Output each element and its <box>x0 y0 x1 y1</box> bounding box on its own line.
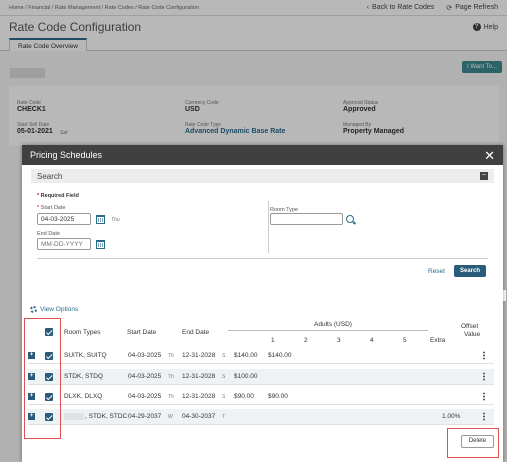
pricing-schedules-dialog: Pricing Schedules ✕ Search − * Required … <box>22 145 503 462</box>
divider <box>228 330 428 331</box>
table-row[interactable]: + STDK, STDQ 04-03-2025 Th 12-31-2028 S … <box>28 369 494 385</box>
more-options-icon[interactable] <box>483 392 485 401</box>
reset-link[interactable]: Reset <box>428 268 445 275</box>
col-adult-2: 2 <box>304 337 308 344</box>
collapse-icon[interactable]: − <box>480 172 488 180</box>
offset-cell: 1.00% <box>442 413 461 420</box>
divider <box>37 258 488 259</box>
room-types-cell: DLXK, DLXQ <box>64 393 103 400</box>
room-types-cell: , STDK, STDC <box>85 413 128 420</box>
start-day-cell: Th <box>168 374 174 380</box>
table-row[interactable]: + , STDK, STDC 04-29-2037 W 04-30-2037 T… <box>28 409 494 425</box>
more-options-icon[interactable] <box>483 351 485 360</box>
start-day-cell: Th <box>168 353 174 359</box>
end-date-cell: 12-31-2028 <box>182 373 216 380</box>
start-day-cell: W <box>168 414 173 420</box>
divider <box>268 201 269 253</box>
modal-title: Pricing Schedules <box>30 150 103 160</box>
start-day-cell: Th <box>168 394 174 400</box>
room-type-input[interactable] <box>270 213 343 225</box>
col-adult-4: 4 <box>370 337 374 344</box>
adult-1-cell: $140.00 <box>234 352 258 359</box>
end-day-cell: S <box>222 394 226 400</box>
end-date-cell: 12-31-2028 <box>182 393 216 400</box>
col-adult-1: 1 <box>271 337 275 344</box>
gear-icon <box>30 306 37 313</box>
adult-1-cell: $100.00 <box>234 373 258 380</box>
col-adults: Adults (USD) <box>314 321 352 328</box>
room-types-cell: STDK, STDQ <box>64 373 104 380</box>
modal-header: Pricing Schedules ✕ <box>22 145 503 165</box>
search-button[interactable]: Search <box>454 265 486 277</box>
end-day-cell: T <box>222 414 226 420</box>
room-types-cell: SUITK, SUITQ <box>64 352 107 359</box>
search-panel-header: Search − <box>31 169 494 183</box>
start-day: Thu <box>111 217 120 223</box>
delete-button[interactable]: Delete <box>461 435 494 448</box>
checkbox-column-highlight <box>24 318 61 439</box>
end-day-cell: S <box>222 374 226 380</box>
end-date-label: End Date <box>37 231 60 237</box>
col-adult-3: 3 <box>337 337 341 344</box>
calendar-icon[interactable] <box>96 215 105 224</box>
redacted-block <box>64 413 84 420</box>
col-offset: Offset <box>461 323 479 330</box>
calendar-icon[interactable] <box>96 240 105 249</box>
end-day-cell: S <box>222 353 226 359</box>
more-options-icon[interactable] <box>483 412 485 421</box>
adult-1-cell: $90.00 <box>234 393 254 400</box>
search-icon[interactable] <box>346 215 354 223</box>
start-date-label: * Start Date <box>37 205 66 211</box>
col-room-types: Room Types <box>64 329 101 336</box>
adult-2-cell: $140.00 <box>268 352 292 359</box>
close-icon[interactable]: ✕ <box>484 149 495 162</box>
col-end-date: End Date <box>182 329 210 336</box>
start-date-input[interactable] <box>37 213 91 225</box>
view-options-link[interactable]: View Options <box>30 306 78 313</box>
required-field-note: * Required Field <box>37 193 79 199</box>
table-row[interactable]: + DLXK, DLXQ 04-03-2025 Th 12-31-2028 S … <box>28 389 494 405</box>
end-date-cell: 12-31-2028 <box>182 352 216 359</box>
col-offset-value: Value <box>464 331 481 338</box>
start-date-cell: 04-03-2025 <box>128 393 162 400</box>
col-start-date: Start Date <box>127 329 157 336</box>
col-adult-5: 5 <box>403 337 407 344</box>
start-date-cell: 04-03-2025 <box>128 373 162 380</box>
start-date-cell: 04-03-2025 <box>128 352 162 359</box>
more-options-icon[interactable] <box>483 372 485 381</box>
start-date-cell: 04-29-2037 <box>128 413 162 420</box>
end-date-cell: 04-30-2037 <box>182 413 216 420</box>
search-panel-title: Search <box>37 171 63 181</box>
end-date-input[interactable] <box>37 238 91 250</box>
table-row[interactable]: + SUITK, SUITQ 04-03-2025 Th 12-31-2028 … <box>28 348 494 364</box>
adult-2-cell: $90.00 <box>268 393 288 400</box>
col-extra: Extra <box>430 337 446 344</box>
